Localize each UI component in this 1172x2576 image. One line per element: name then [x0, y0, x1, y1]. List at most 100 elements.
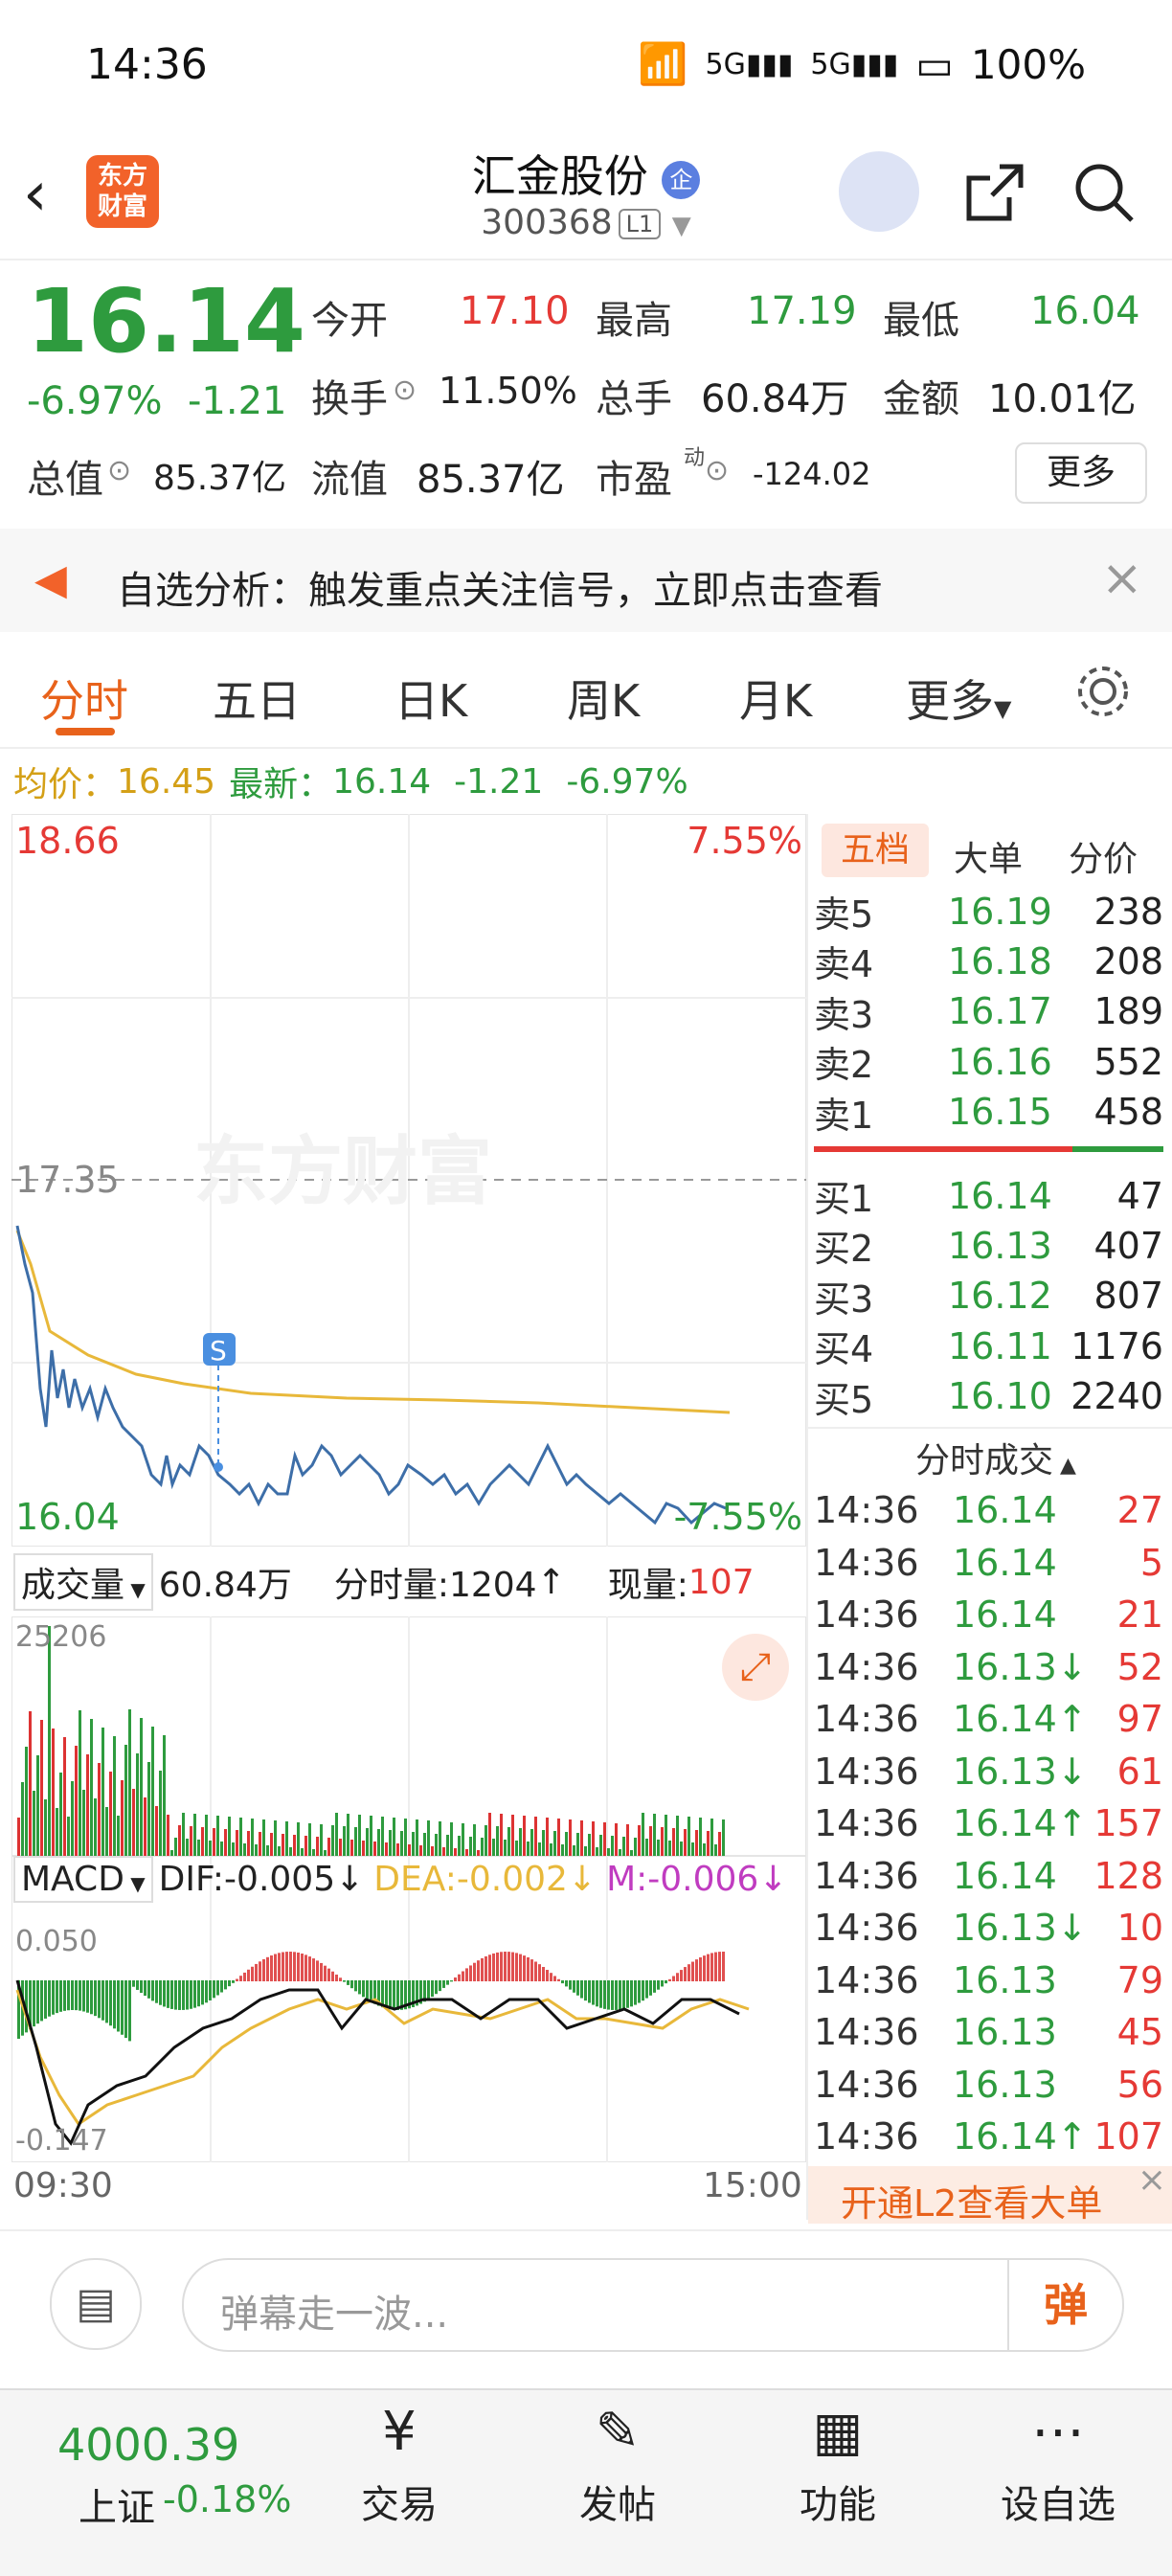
trades-title-text: 分时成交 [915, 1441, 1054, 1480]
macd-selector[interactable]: MACD ▼ [13, 1856, 153, 1903]
price-line [15, 1225, 727, 1525]
cell-v: 97 [1116, 1698, 1163, 1740]
info-icon[interactable]: ⊙ [107, 454, 131, 487]
cell-t: 14:36 [814, 1541, 919, 1584]
volume-selector[interactable]: 成交量 ▼ [13, 1553, 153, 1611]
volume-chart[interactable]: 25206 ⤢ [11, 1616, 807, 1857]
notice-bar[interactable]: ◀ 自选分析：触发重点关注信号，立即点击查看 × [0, 529, 1172, 632]
cell-p: 16.14↑ [953, 1698, 1088, 1740]
cell-t: 14:36 [814, 1645, 919, 1688]
cell-v: 79 [1116, 1958, 1163, 2001]
more-button[interactable]: 更多 [1015, 442, 1147, 504]
trades-title[interactable]: 分时成交 ▲ [915, 1433, 1076, 1482]
close-icon[interactable]: × [1138, 2160, 1166, 2200]
volume-total: 60.84万 [158, 1566, 292, 1605]
cell-k: 买5 [814, 1378, 874, 1421]
trade-row: 14:36 16.13 45 [814, 2006, 1163, 2058]
intraday-chart[interactable]: 东方财富 S 18.66 7.55% 17.35 16.04 -7.55% [11, 813, 807, 1548]
cell-p: 16.14 [953, 1489, 1057, 1531]
stock-code-text: 300368 [481, 203, 613, 242]
macd-bars [17, 1952, 725, 2042]
tab-month-k[interactable]: 月K [739, 667, 812, 730]
tab-timeshare[interactable]: 分时 [40, 667, 128, 730]
total-value-label: 总值 [27, 458, 103, 502]
battery-icon: ▭ [915, 40, 954, 88]
cell-v: 128 [1093, 1854, 1163, 1897]
l2-banner[interactable]: 开通L2查看大单 × [808, 2160, 1172, 2225]
cell-p: 16.13 [953, 2011, 1057, 2053]
cell-k: 卖3 [814, 993, 874, 1036]
cell-p: 16.14↑ [953, 2115, 1088, 2158]
volume-max: 25206 [15, 1620, 107, 1654]
battery-level: 100% [970, 40, 1086, 88]
cell-p: 16.11 [948, 1324, 1052, 1367]
trade-row: 14:36 16.13↓ 61 [814, 1746, 1163, 1797]
cell-v: 157 [1093, 1802, 1163, 1844]
cell-t: 14:36 [814, 1750, 919, 1793]
open-label: 今开 [311, 299, 388, 343]
share-icon[interactable] [961, 159, 1028, 226]
speaker-icon: ◀ [34, 555, 67, 604]
robot-avatar-icon[interactable] [839, 151, 919, 232]
nav-trade[interactable]: ¥ 交易 [327, 2399, 471, 2529]
cell-p: 16.13↓ [953, 1750, 1088, 1793]
current-volume-value: 107 [687, 1562, 755, 1602]
book-tab-price[interactable]: 分价 [1069, 831, 1138, 881]
grid-icon: ▦ [812, 2401, 864, 2463]
pe-label: 市盈 [596, 458, 672, 502]
tab-week-k[interactable]: 周K [567, 667, 640, 730]
status-time: 14:36 [86, 40, 208, 89]
volume-value: 60.84万 [701, 377, 849, 421]
cell-v: 47 [1116, 1174, 1163, 1217]
tab-five-day[interactable]: 五日 [213, 667, 301, 730]
note-icon[interactable]: ▤ [50, 2258, 142, 2350]
book-tab-big[interactable]: 大单 [954, 831, 1023, 881]
trade-row: 14:36 16.13 56 [814, 2059, 1163, 2111]
cell-p: 16.18 [948, 939, 1052, 983]
arrow-down-icon: ↓ [335, 1860, 365, 1899]
book-tab-five[interactable]: 五档 [822, 824, 929, 877]
cell-k: 买3 [814, 1277, 874, 1321]
trade-row: 14:36 16.14 5 [814, 1537, 1163, 1589]
nav-add-watchlist[interactable]: ⋯ 设自选 [986, 2399, 1130, 2529]
danmaku-input[interactable]: 弹幕走一波... 弹 [182, 2258, 1124, 2352]
cell-p: 16.13↓ [953, 1645, 1088, 1688]
latest-chg: -1.21 [454, 761, 544, 802]
arrow-down-icon: ↓ [758, 1860, 788, 1899]
tab-more[interactable]: 更多▼ [906, 667, 1011, 730]
arrow-down-icon: ↓ [567, 1860, 597, 1899]
nav-post[interactable]: ✎ 发帖 [546, 2399, 689, 2529]
info-icon[interactable]: ⊙ [393, 373, 417, 407]
tab-more-label: 更多 [906, 675, 994, 727]
info-icon[interactable]: ⊙ [705, 454, 729, 487]
index-value[interactable]: 4000.39 [57, 2419, 239, 2471]
chart-top-pct: 7.55% [687, 820, 802, 862]
cell-p: 16.14 [948, 1174, 1052, 1217]
search-icon[interactable] [1071, 159, 1138, 226]
nav-function[interactable]: ▦ 功能 [766, 2399, 910, 2529]
time-start: 09:30 [13, 2166, 113, 2205]
settings-gear-icon[interactable] [1074, 663, 1132, 720]
macd-bottom: -0.147 [15, 2124, 108, 2158]
order-row: 卖1 16.15 458 [814, 1087, 1163, 1138]
buy-sell-marker: S [210, 1335, 227, 1367]
trade-row: 14:36 16.14 21 [814, 1589, 1163, 1640]
macd-chart[interactable]: MACD ▼ DIF:-0.005 ↓ DEA:-0.002 ↓ M:-0.006 ↓… [11, 1855, 807, 2163]
latest-value: 16.14 [332, 761, 432, 802]
volume-label: 总手 [596, 377, 672, 421]
notice-text: 自选分析：触发重点关注信号，立即点击查看 [117, 569, 883, 613]
close-icon[interactable]: × [1101, 550, 1143, 607]
trade-row: 14:36 16.13 79 [814, 1955, 1163, 2006]
float-value-label: 流值 [311, 458, 388, 502]
macd-header: MACD ▼ DIF:-0.005 ↓ DEA:-0.002 ↓ M:-0.006 ↓ [13, 1856, 788, 1903]
trade-row: 14:36 16.14 128 [814, 1850, 1163, 1902]
nav-add-watchlist-label: 设自选 [1001, 2483, 1116, 2527]
signal-icon-2: 5G▮▮▮ [810, 47, 899, 81]
status-bar: 14:36 📶 5G▮▮▮ 5G▮▮▮ ▭ 100% [0, 0, 1172, 134]
expand-icon[interactable]: ⤢ [722, 1634, 789, 1701]
caret-down-icon: ▼ [124, 1578, 146, 1601]
order-row: 买1 16.14 47 [814, 1170, 1163, 1221]
danmaku-send-button[interactable]: 弹 [1007, 2260, 1122, 2350]
tab-day-k[interactable]: 日K [394, 667, 467, 730]
trade-row: 14:36 16.14↑ 97 [814, 1693, 1163, 1745]
